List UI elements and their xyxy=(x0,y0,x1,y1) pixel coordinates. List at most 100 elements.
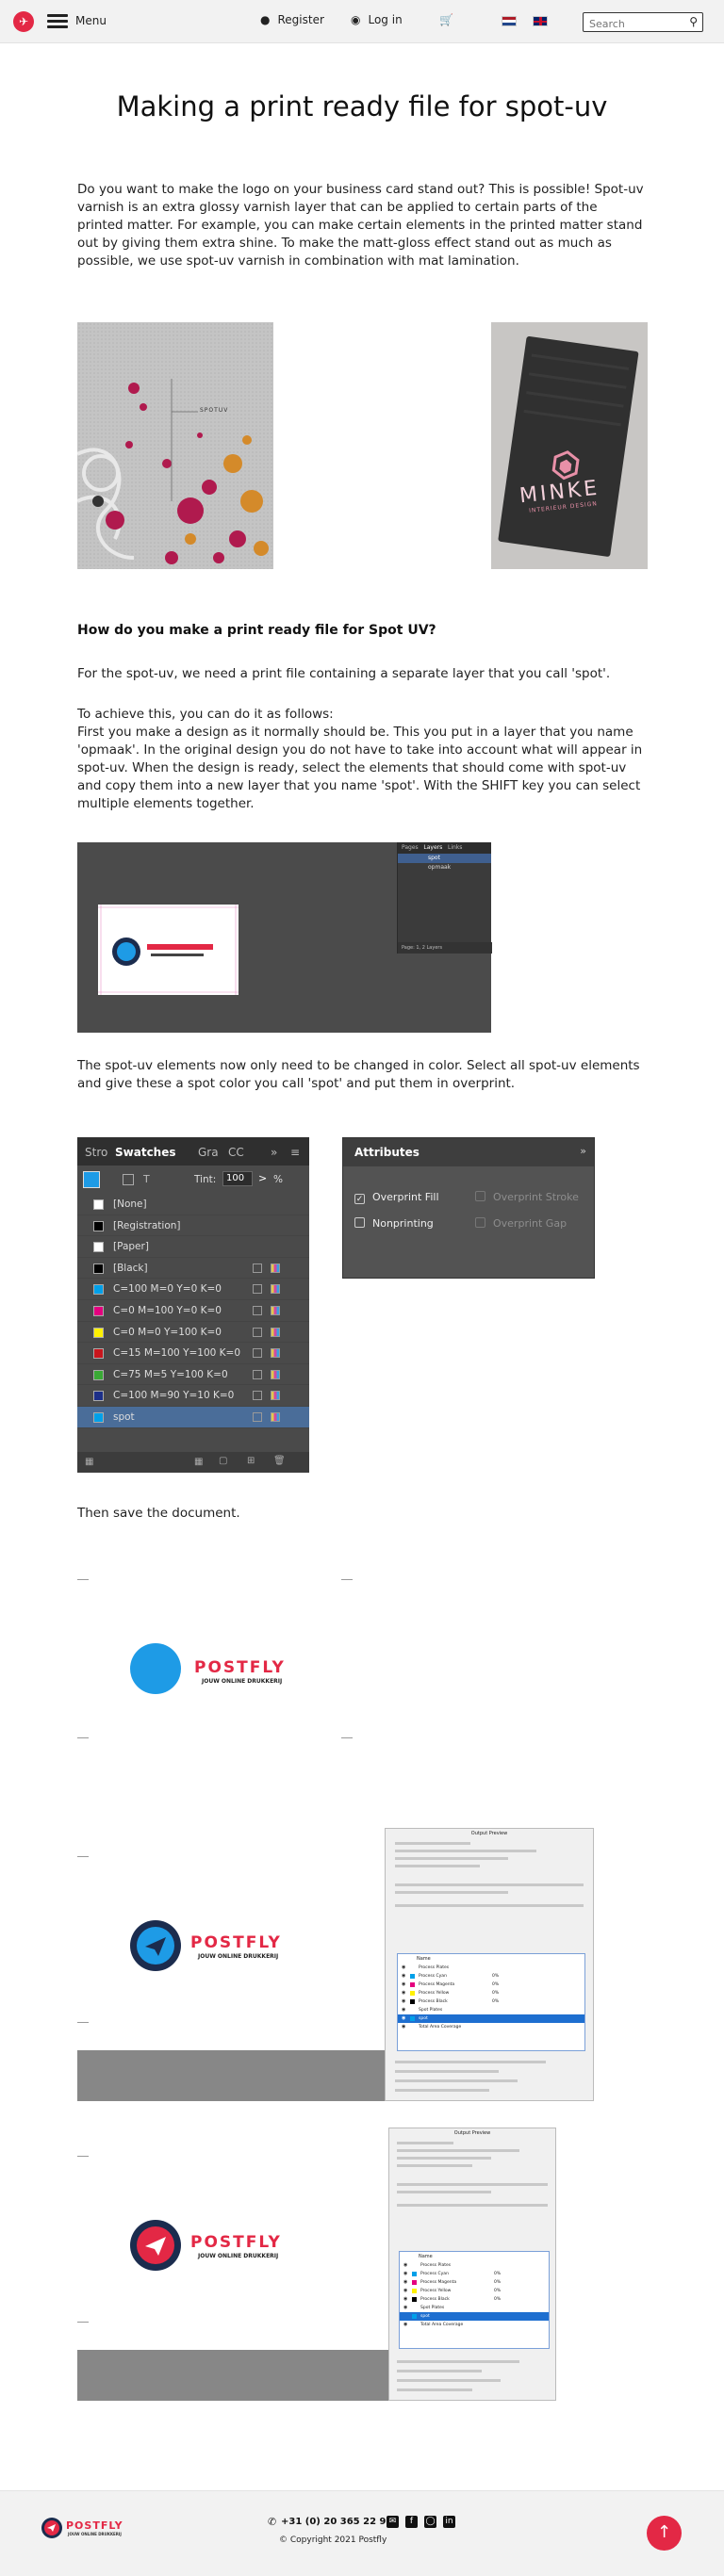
separation-color-chip xyxy=(410,2025,415,2030)
tab-stroke[interactable]: Stro xyxy=(85,1146,107,1159)
container-icon[interactable] xyxy=(123,1174,134,1185)
swatch-row[interactable]: C=15 M=100 Y=100 K=0 xyxy=(77,1343,309,1364)
trash-icon[interactable]: 🗑 xyxy=(273,1456,286,1466)
login-link[interactable]: ◉ Log in xyxy=(351,13,403,26)
separations-header: Name xyxy=(417,1956,431,1962)
eye-icon[interactable]: ◉ xyxy=(402,1965,405,1970)
separation-row[interactable]: ◉ Process Magenta 0% xyxy=(400,2278,549,2287)
facebook-icon[interactable]: f xyxy=(405,2516,418,2528)
folder-icon[interactable]: ▢ xyxy=(219,1456,227,1466)
separation-row[interactable]: ◉ Process Yellow 0% xyxy=(398,1989,584,1997)
eye-icon[interactable]: ◉ xyxy=(403,2322,407,2327)
checkmark-icon: ✓ xyxy=(354,1194,365,1204)
swatch-row[interactable]: C=100 M=0 Y=0 K=0 xyxy=(77,1279,309,1300)
instagram-icon[interactable]: ◯ xyxy=(424,2516,436,2528)
register-link[interactable]: ● Register xyxy=(260,13,324,26)
cmyk-mode-icon xyxy=(271,1391,280,1401)
eye-icon[interactable]: ◉ xyxy=(402,1981,405,1987)
output-preview-title: Output Preview xyxy=(453,2130,491,2136)
eye-icon[interactable]: ◉ xyxy=(403,2262,407,2268)
tint-stepper-icon[interactable]: > xyxy=(258,1172,267,1184)
linkedin-icon[interactable]: in xyxy=(443,2516,455,2528)
tint-input[interactable]: 100 xyxy=(222,1171,253,1186)
swatch-row[interactable]: C=75 M=5 Y=100 K=0 xyxy=(77,1364,309,1386)
panel-collapse-icon[interactable]: » xyxy=(271,1146,277,1159)
panel-menu-icon[interactable]: ≡ xyxy=(290,1146,300,1159)
separation-row[interactable]: ◉ Process Cyan 0% xyxy=(400,2270,549,2278)
overprint-stroke-checkbox[interactable]: Overprint Stroke xyxy=(475,1191,579,1203)
separation-row[interactable]: ◉ Total Area Coverage xyxy=(400,2321,549,2329)
tab-links[interactable]: Links xyxy=(448,844,462,851)
swatch-row[interactable]: [Registration] xyxy=(77,1215,309,1237)
separation-row[interactable]: ◉ Spot Plates xyxy=(398,2006,584,2014)
overprint-gap-label: Overprint Gap xyxy=(493,1217,568,1230)
output-preview-dialog: Output Preview Name ◉ Process Plates ◉ Proc… xyxy=(388,2128,556,2401)
footer-phone[interactable]: +31 (0) 20 365 22 93 xyxy=(281,2517,392,2527)
separation-row[interactable]: ◉ Process Cyan 0% xyxy=(398,1972,584,1981)
search-input[interactable] xyxy=(584,15,678,33)
overprint-fill-checkbox[interactable]: ✓ Overprint Fill xyxy=(354,1191,439,1204)
layer-row-opmaak[interactable]: opmaak xyxy=(398,863,491,872)
tab-pages[interactable]: Pages xyxy=(402,844,419,851)
eye-icon[interactable]: ◉ xyxy=(402,2007,405,2013)
eye-icon[interactable]: ◉ xyxy=(403,2271,407,2276)
eye-icon[interactable]: ◉ xyxy=(402,1990,405,1996)
tab-gradient[interactable]: Gra xyxy=(198,1146,219,1159)
uk-flag-icon[interactable] xyxy=(533,16,548,26)
fill-swatch-icon[interactable] xyxy=(83,1171,100,1188)
separation-name: spot xyxy=(419,2016,428,2021)
panel-collapse-icon[interactable]: » xyxy=(580,1145,586,1157)
swatch-row[interactable]: [None] xyxy=(77,1194,309,1215)
layer-row-spot[interactable]: spot xyxy=(398,854,491,863)
separation-row[interactable]: ◉ Process Black 0% xyxy=(398,1997,584,2006)
footer-logo-icon[interactable] xyxy=(41,2518,62,2538)
swatch-row[interactable]: [Paper] xyxy=(77,1236,309,1258)
eye-icon[interactable]: ◉ xyxy=(403,2305,407,2310)
swatch-grid-icon[interactable]: ▦ xyxy=(194,1457,203,1467)
swatch-name: [None] xyxy=(113,1198,147,1210)
swatch-row[interactable]: C=100 M=90 Y=10 K=0 xyxy=(77,1385,309,1407)
hamburger-menu-icon[interactable] xyxy=(47,14,68,29)
separation-row[interactable]: ◉ Process Plates xyxy=(398,1964,584,1972)
eye-icon[interactable]: ◉ xyxy=(402,2024,405,2030)
tab-cc[interactable]: CC xyxy=(228,1146,244,1159)
nonprinting-label: Nonprinting xyxy=(372,1217,434,1230)
cart-button[interactable]: 🛒 xyxy=(439,13,461,26)
tab-layers[interactable]: Layers xyxy=(423,844,442,851)
process-color-icon xyxy=(253,1411,262,1422)
eye-icon[interactable]: ◉ xyxy=(403,2279,407,2285)
nonprinting-checkbox[interactable]: Nonprinting xyxy=(354,1217,434,1230)
separation-row[interactable]: ◉ Process Plates xyxy=(400,2261,549,2270)
dutch-flag-icon[interactable] xyxy=(502,16,517,26)
separation-row[interactable]: spot xyxy=(400,2312,549,2321)
text-icon[interactable]: T xyxy=(143,1173,150,1185)
mail-icon[interactable]: ✉ xyxy=(387,2516,399,2528)
separation-row[interactable]: ◉ Process Yellow 0% xyxy=(400,2287,549,2295)
menu-button-label[interactable]: Menu xyxy=(75,14,107,27)
separation-row[interactable]: ◉ spot xyxy=(398,2014,584,2023)
separation-color-chip xyxy=(410,1991,415,1996)
scroll-to-top-button[interactable]: ↑ xyxy=(647,2516,682,2551)
separation-row[interactable]: ◉ Spot Plates xyxy=(400,2304,549,2312)
swatch-row[interactable]: [Black] xyxy=(77,1258,309,1280)
swatch-views-icon[interactable]: ▦ xyxy=(85,1457,93,1467)
eye-icon[interactable]: ◉ xyxy=(403,2296,407,2302)
separation-row[interactable]: ◉ Total Area Coverage xyxy=(398,2023,584,2031)
intro-paragraph: Do you want to make the logo on your bus… xyxy=(77,182,644,269)
separation-row[interactable]: ◉ Process Magenta 0% xyxy=(398,1981,584,1989)
new-swatch-icon[interactable]: ⊞ xyxy=(247,1456,255,1466)
swatch-color-chip xyxy=(93,1369,104,1380)
eye-icon[interactable]: ◉ xyxy=(402,1973,405,1979)
swatch-row[interactable]: C=0 M=100 Y=0 K=0 xyxy=(77,1300,309,1322)
eye-icon[interactable]: ◉ xyxy=(402,2015,405,2021)
search-icon[interactable]: ⚲ xyxy=(689,15,698,28)
swatch-row[interactable]: spot xyxy=(77,1406,309,1428)
swatch-row[interactable]: C=0 M=0 Y=100 K=0 xyxy=(77,1322,309,1344)
tab-swatches[interactable]: Swatches xyxy=(115,1146,176,1159)
separation-percent: 0% xyxy=(492,1982,500,1987)
postfly-logo-icon[interactable]: ✈ xyxy=(13,11,34,32)
separation-row[interactable]: ◉ Process Black 0% xyxy=(400,2295,549,2304)
eye-icon[interactable]: ◉ xyxy=(402,1998,405,2004)
eye-icon[interactable]: ◉ xyxy=(403,2288,407,2293)
overprint-gap-checkbox[interactable]: Overprint Gap xyxy=(475,1217,567,1230)
